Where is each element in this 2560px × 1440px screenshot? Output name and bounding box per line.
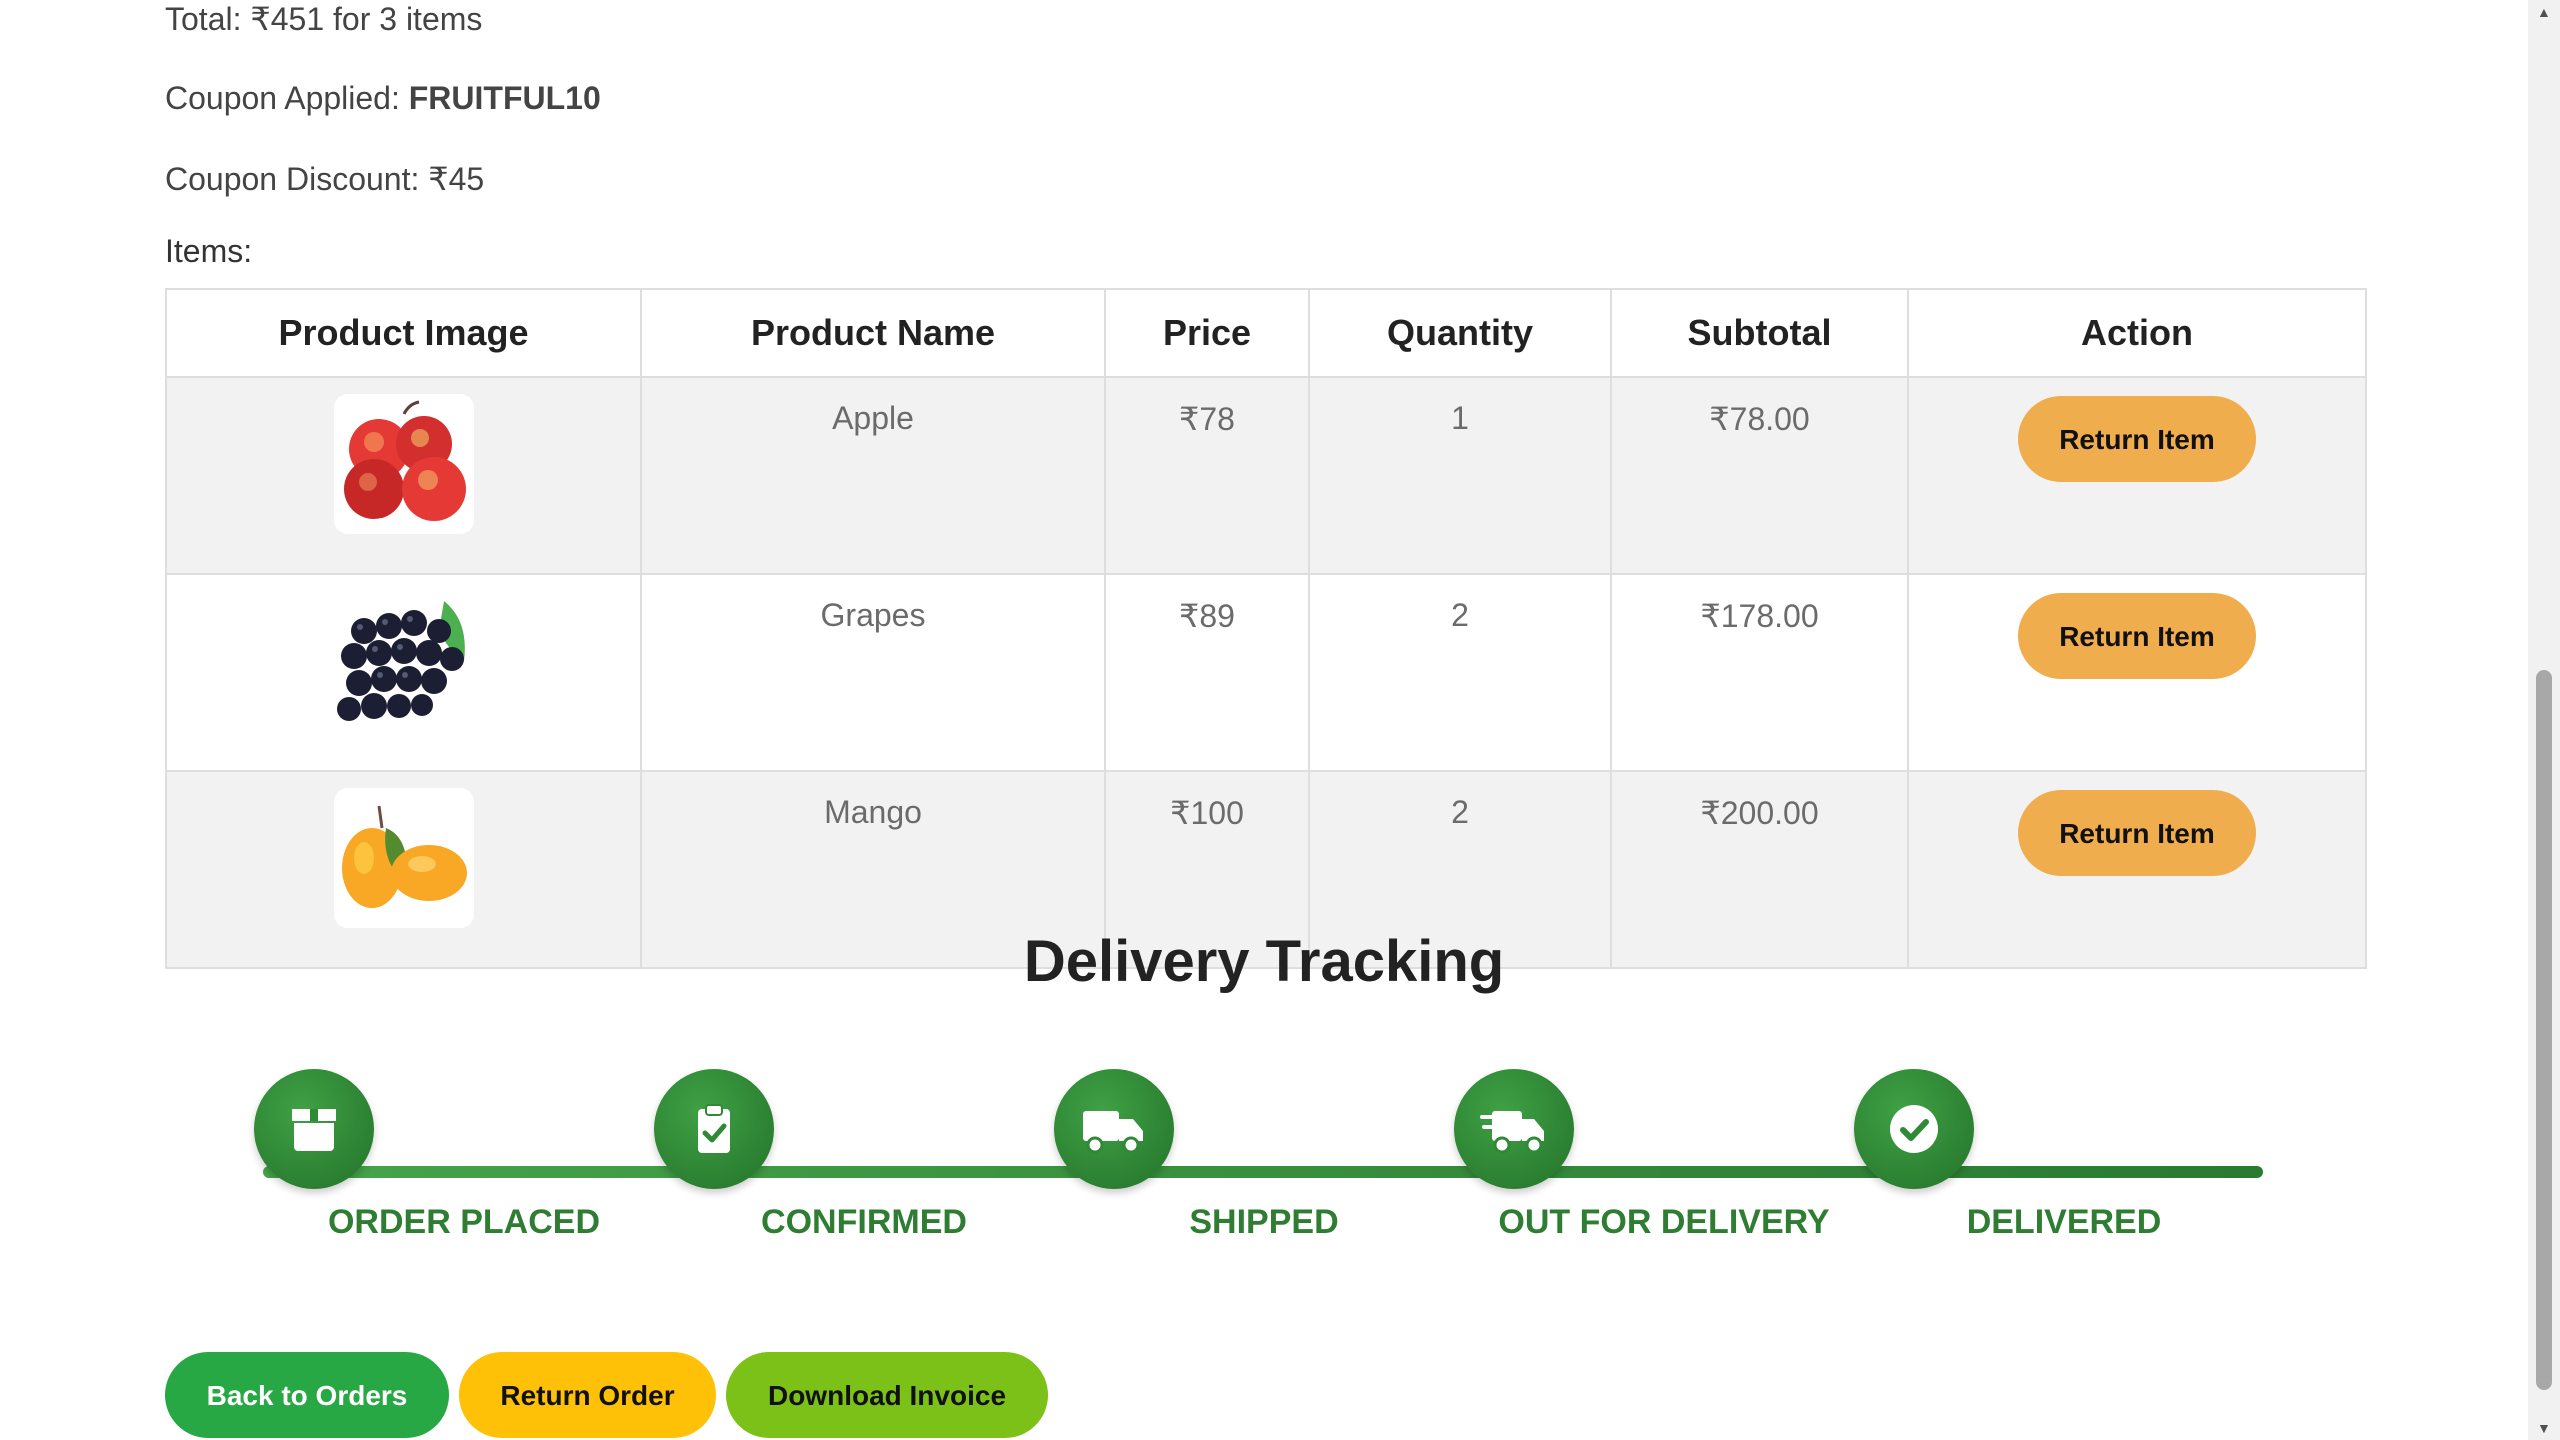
tracking-progress-line [263,1166,2263,1178]
product-quantity: 1 [1308,376,1612,575]
order-items-table: Product Image Product Name Price Quantit… [165,288,2367,969]
grapes-image [333,591,474,731]
order-details-page: Total: ₹451 for 3 items Coupon Applied: … [0,0,2528,1440]
table-row: Apple ₹78 1 ₹78.00 Return Item [165,376,2367,575]
step-out-for-delivery [1454,1069,1574,1189]
product-name: Apple [640,376,1106,575]
step-label-shipped: SHIPPED [1189,1203,1339,1241]
mango-image [333,788,474,928]
scroll-up-icon[interactable]: ▲ [2537,4,2551,20]
apple-image [333,394,474,534]
coupon-applied: Coupon Applied: FRUITFUL10 [165,80,601,117]
fast-truck-icon [1480,1111,1544,1154]
coupon-label: Coupon Applied: [165,80,409,116]
coupon-discount: Coupon Discount: ₹45 [165,161,485,197]
return-item-button[interactable]: Return Item [2018,593,2256,679]
product-image-cell [165,376,642,575]
scrollbar-thumb[interactable] [2536,670,2552,1390]
step-label-out-for-delivery: OUT FOR DELIVERY [1498,1203,1830,1241]
column-header-subtotal: Subtotal [1610,288,1909,378]
download-invoice-button[interactable]: Download Invoice [726,1352,1048,1438]
items-heading: Items: [165,233,253,269]
action-cell: Return Item [1907,376,2367,575]
table-header-row: Product Image Product Name Price Quantit… [165,288,2367,378]
column-header-action: Action [1907,288,2367,378]
step-order-placed [254,1069,374,1189]
return-order-button[interactable]: Return Order [459,1352,716,1438]
column-header-price: Price [1104,288,1310,378]
product-image-cell [165,573,642,772]
product-subtotal: ₹178.00 [1610,573,1909,772]
step-confirmed [654,1069,774,1189]
truck-icon [1083,1111,1143,1154]
action-cell: Return Item [1907,573,2367,772]
delivery-tracking-title: Delivery Tracking [1023,929,1505,994]
vertical-scrollbar[interactable]: ▲ ▼ [2528,0,2560,1440]
table-row: Grapes ₹89 2 ₹178.00 Return Item [165,573,2367,772]
product-quantity: 2 [1308,573,1612,772]
back-to-orders-button[interactable]: Back to Orders [165,1352,449,1438]
product-name: Grapes [640,573,1106,772]
step-label-confirmed: CONFIRMED [761,1203,967,1241]
column-header-name: Product Name [640,288,1106,378]
clipboard-check-icon [698,1104,730,1153]
order-total: Total: ₹451 for 3 items [165,1,483,37]
product-subtotal: ₹78.00 [1610,376,1909,575]
box-icon [292,1109,336,1151]
product-price: ₹78 [1104,376,1310,575]
coupon-code: FRUITFUL10 [408,80,601,116]
scroll-down-icon[interactable]: ▼ [2537,1420,2551,1436]
return-item-button[interactable]: Return Item [2018,396,2256,482]
product-price: ₹89 [1104,573,1310,772]
return-item-button[interactable]: Return Item [2018,790,2256,876]
column-header-quantity: Quantity [1308,288,1612,378]
check-circle-icon [1890,1105,1938,1153]
step-shipped [1054,1069,1174,1189]
column-header-image: Product Image [165,288,642,378]
step-delivered [1854,1069,1974,1189]
step-label-order-placed: ORDER PLACED [327,1203,601,1241]
step-label-delivered: DELIVERED [1966,1203,2162,1241]
